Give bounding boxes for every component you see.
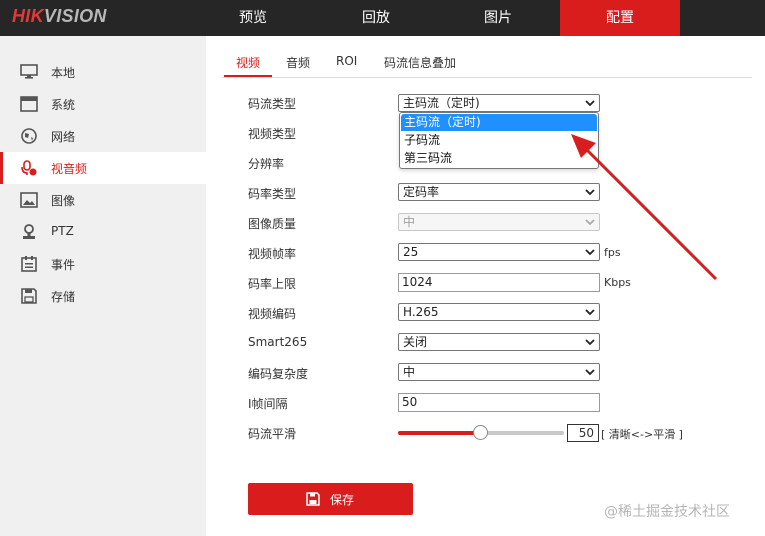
bitrate-type-select[interactable]: 定码率 bbox=[398, 183, 600, 201]
chevron-down-icon bbox=[585, 189, 595, 196]
chevron-down-icon bbox=[585, 339, 595, 346]
sidebar-item-image[interactable]: 图像 bbox=[0, 184, 206, 216]
max-bitrate-input[interactable]: 1024 bbox=[398, 273, 600, 292]
chevron-down-icon bbox=[585, 100, 595, 107]
image-quality-label: 图像质量 bbox=[248, 217, 297, 231]
image-icon bbox=[20, 192, 38, 208]
max-bitrate-unit: Kbps bbox=[604, 276, 631, 289]
tab-stream-info-overlay[interactable]: 码流信息叠加 bbox=[384, 54, 456, 71]
video-encoding-label: 视频编码 bbox=[248, 307, 297, 321]
hikvision-logo: HIKVISION bbox=[12, 6, 107, 27]
stream-type-value: 主码流（定时) bbox=[403, 96, 480, 110]
ptz-icon bbox=[23, 224, 35, 239]
sidebar-item-label: 网络 bbox=[51, 130, 76, 144]
stream-type-option-third[interactable]: 第三码流 bbox=[401, 150, 597, 167]
save-icon bbox=[306, 492, 320, 506]
sidebar-item-video-audio[interactable]: 视音频 bbox=[0, 152, 206, 184]
save-button[interactable]: 保存 bbox=[248, 483, 413, 515]
sidebar-item-local[interactable]: 本地 bbox=[0, 56, 206, 88]
resolution-label: 分辨率 bbox=[248, 157, 285, 171]
image-quality-select: 中 bbox=[398, 213, 600, 231]
sidebar-item-label: 系统 bbox=[51, 98, 76, 112]
sidebar-item-label: 事件 bbox=[51, 258, 76, 272]
smart265-value: 关闭 bbox=[403, 335, 428, 349]
chevron-down-icon bbox=[585, 219, 595, 226]
video-encoding-select[interactable]: H.265 bbox=[398, 303, 600, 321]
top-bar: HIKVISION 预览 回放 图片 配置 bbox=[0, 0, 765, 36]
sidebar-item-event[interactable]: 事件 bbox=[0, 248, 206, 280]
window-icon bbox=[20, 96, 38, 112]
chevron-down-icon bbox=[585, 309, 595, 316]
stream-type-option-main[interactable]: 主码流（定时) bbox=[401, 114, 597, 131]
stream-smoothing-value-input[interactable]: 50 bbox=[567, 424, 599, 442]
frame-rate-value: 25 bbox=[403, 245, 419, 259]
image-quality-value: 中 bbox=[403, 215, 416, 229]
globe-icon bbox=[21, 128, 37, 144]
nav-playback[interactable]: 回放 bbox=[316, 0, 436, 36]
stream-smoothing-label: 码流平滑 bbox=[248, 427, 297, 441]
save-button-label: 保存 bbox=[330, 493, 355, 507]
i-frame-interval-input[interactable]: 50 bbox=[398, 393, 600, 412]
bitrate-type-value: 定码率 bbox=[403, 185, 440, 199]
chevron-down-icon bbox=[585, 249, 595, 256]
nav-preview[interactable]: 预览 bbox=[193, 0, 313, 36]
sub-tabs: 视频 音频 ROI 码流信息叠加 bbox=[222, 48, 752, 78]
sidebar-item-label: 图像 bbox=[51, 194, 76, 208]
stream-smoothing-hint: [ 清晰<->平滑 ] bbox=[601, 428, 683, 441]
monitor-icon bbox=[20, 64, 38, 79]
bitrate-type-label: 码率类型 bbox=[248, 187, 297, 201]
i-frame-interval-label: I帧间隔 bbox=[248, 397, 288, 411]
sidebar-item-storage[interactable]: 存储 bbox=[0, 280, 206, 312]
encoding-complexity-select[interactable]: 中 bbox=[398, 363, 600, 381]
nav-configuration[interactable]: 配置 bbox=[560, 0, 680, 36]
nav-picture[interactable]: 图片 bbox=[438, 0, 558, 36]
save-icon bbox=[21, 288, 37, 304]
sidebar-item-system[interactable]: 系统 bbox=[0, 88, 206, 120]
frame-rate-select[interactable]: 25 bbox=[398, 243, 600, 261]
tab-video[interactable]: 视频 bbox=[236, 54, 260, 71]
logo-main-text: HIK bbox=[12, 6, 44, 26]
encoding-complexity-value: 中 bbox=[403, 365, 416, 379]
smart265-select[interactable]: 关闭 bbox=[398, 333, 600, 351]
sidebar-item-label: 本地 bbox=[51, 66, 76, 80]
active-tab-indicator bbox=[224, 75, 272, 77]
sidebar-item-label: 存储 bbox=[51, 290, 76, 304]
tab-roi[interactable]: ROI bbox=[336, 54, 357, 68]
stream-type-option-sub[interactable]: 子码流 bbox=[401, 132, 597, 149]
tab-audio[interactable]: 音频 bbox=[286, 54, 310, 71]
logo-dim-text: VISION bbox=[43, 6, 107, 26]
video-type-label: 视频类型 bbox=[248, 127, 297, 141]
sidebar-item-label: 视音频 bbox=[51, 162, 88, 176]
stream-type-dropdown-list: 主码流（定时) 子码流 第三码流 bbox=[399, 112, 599, 169]
slider-thumb[interactable] bbox=[473, 425, 488, 440]
frame-rate-label: 视频帧率 bbox=[248, 247, 297, 261]
max-bitrate-label: 码率上限 bbox=[248, 277, 297, 291]
chevron-down-icon bbox=[585, 369, 595, 376]
frame-rate-unit: fps bbox=[604, 246, 621, 259]
sidebar-item-network[interactable]: 网络 bbox=[0, 120, 206, 152]
encoding-complexity-label: 编码复杂度 bbox=[248, 367, 309, 381]
slider-fill bbox=[398, 431, 481, 435]
video-encoding-value: H.265 bbox=[403, 305, 439, 319]
sidebar: 本地 系统 网络 视音频 图像 PTZ 事件 存储 bbox=[0, 36, 206, 536]
stream-type-select[interactable]: 主码流（定时) bbox=[398, 94, 600, 112]
calendar-icon bbox=[21, 256, 37, 272]
sidebar-item-ptz[interactable]: PTZ bbox=[0, 216, 206, 248]
stream-type-label: 码流类型 bbox=[248, 97, 297, 111]
microphone-icon bbox=[21, 160, 37, 176]
smart265-label: Smart265 bbox=[248, 335, 308, 349]
watermark: @稀土掘金技术社区 bbox=[604, 504, 730, 520]
sidebar-item-label: PTZ bbox=[51, 224, 74, 238]
